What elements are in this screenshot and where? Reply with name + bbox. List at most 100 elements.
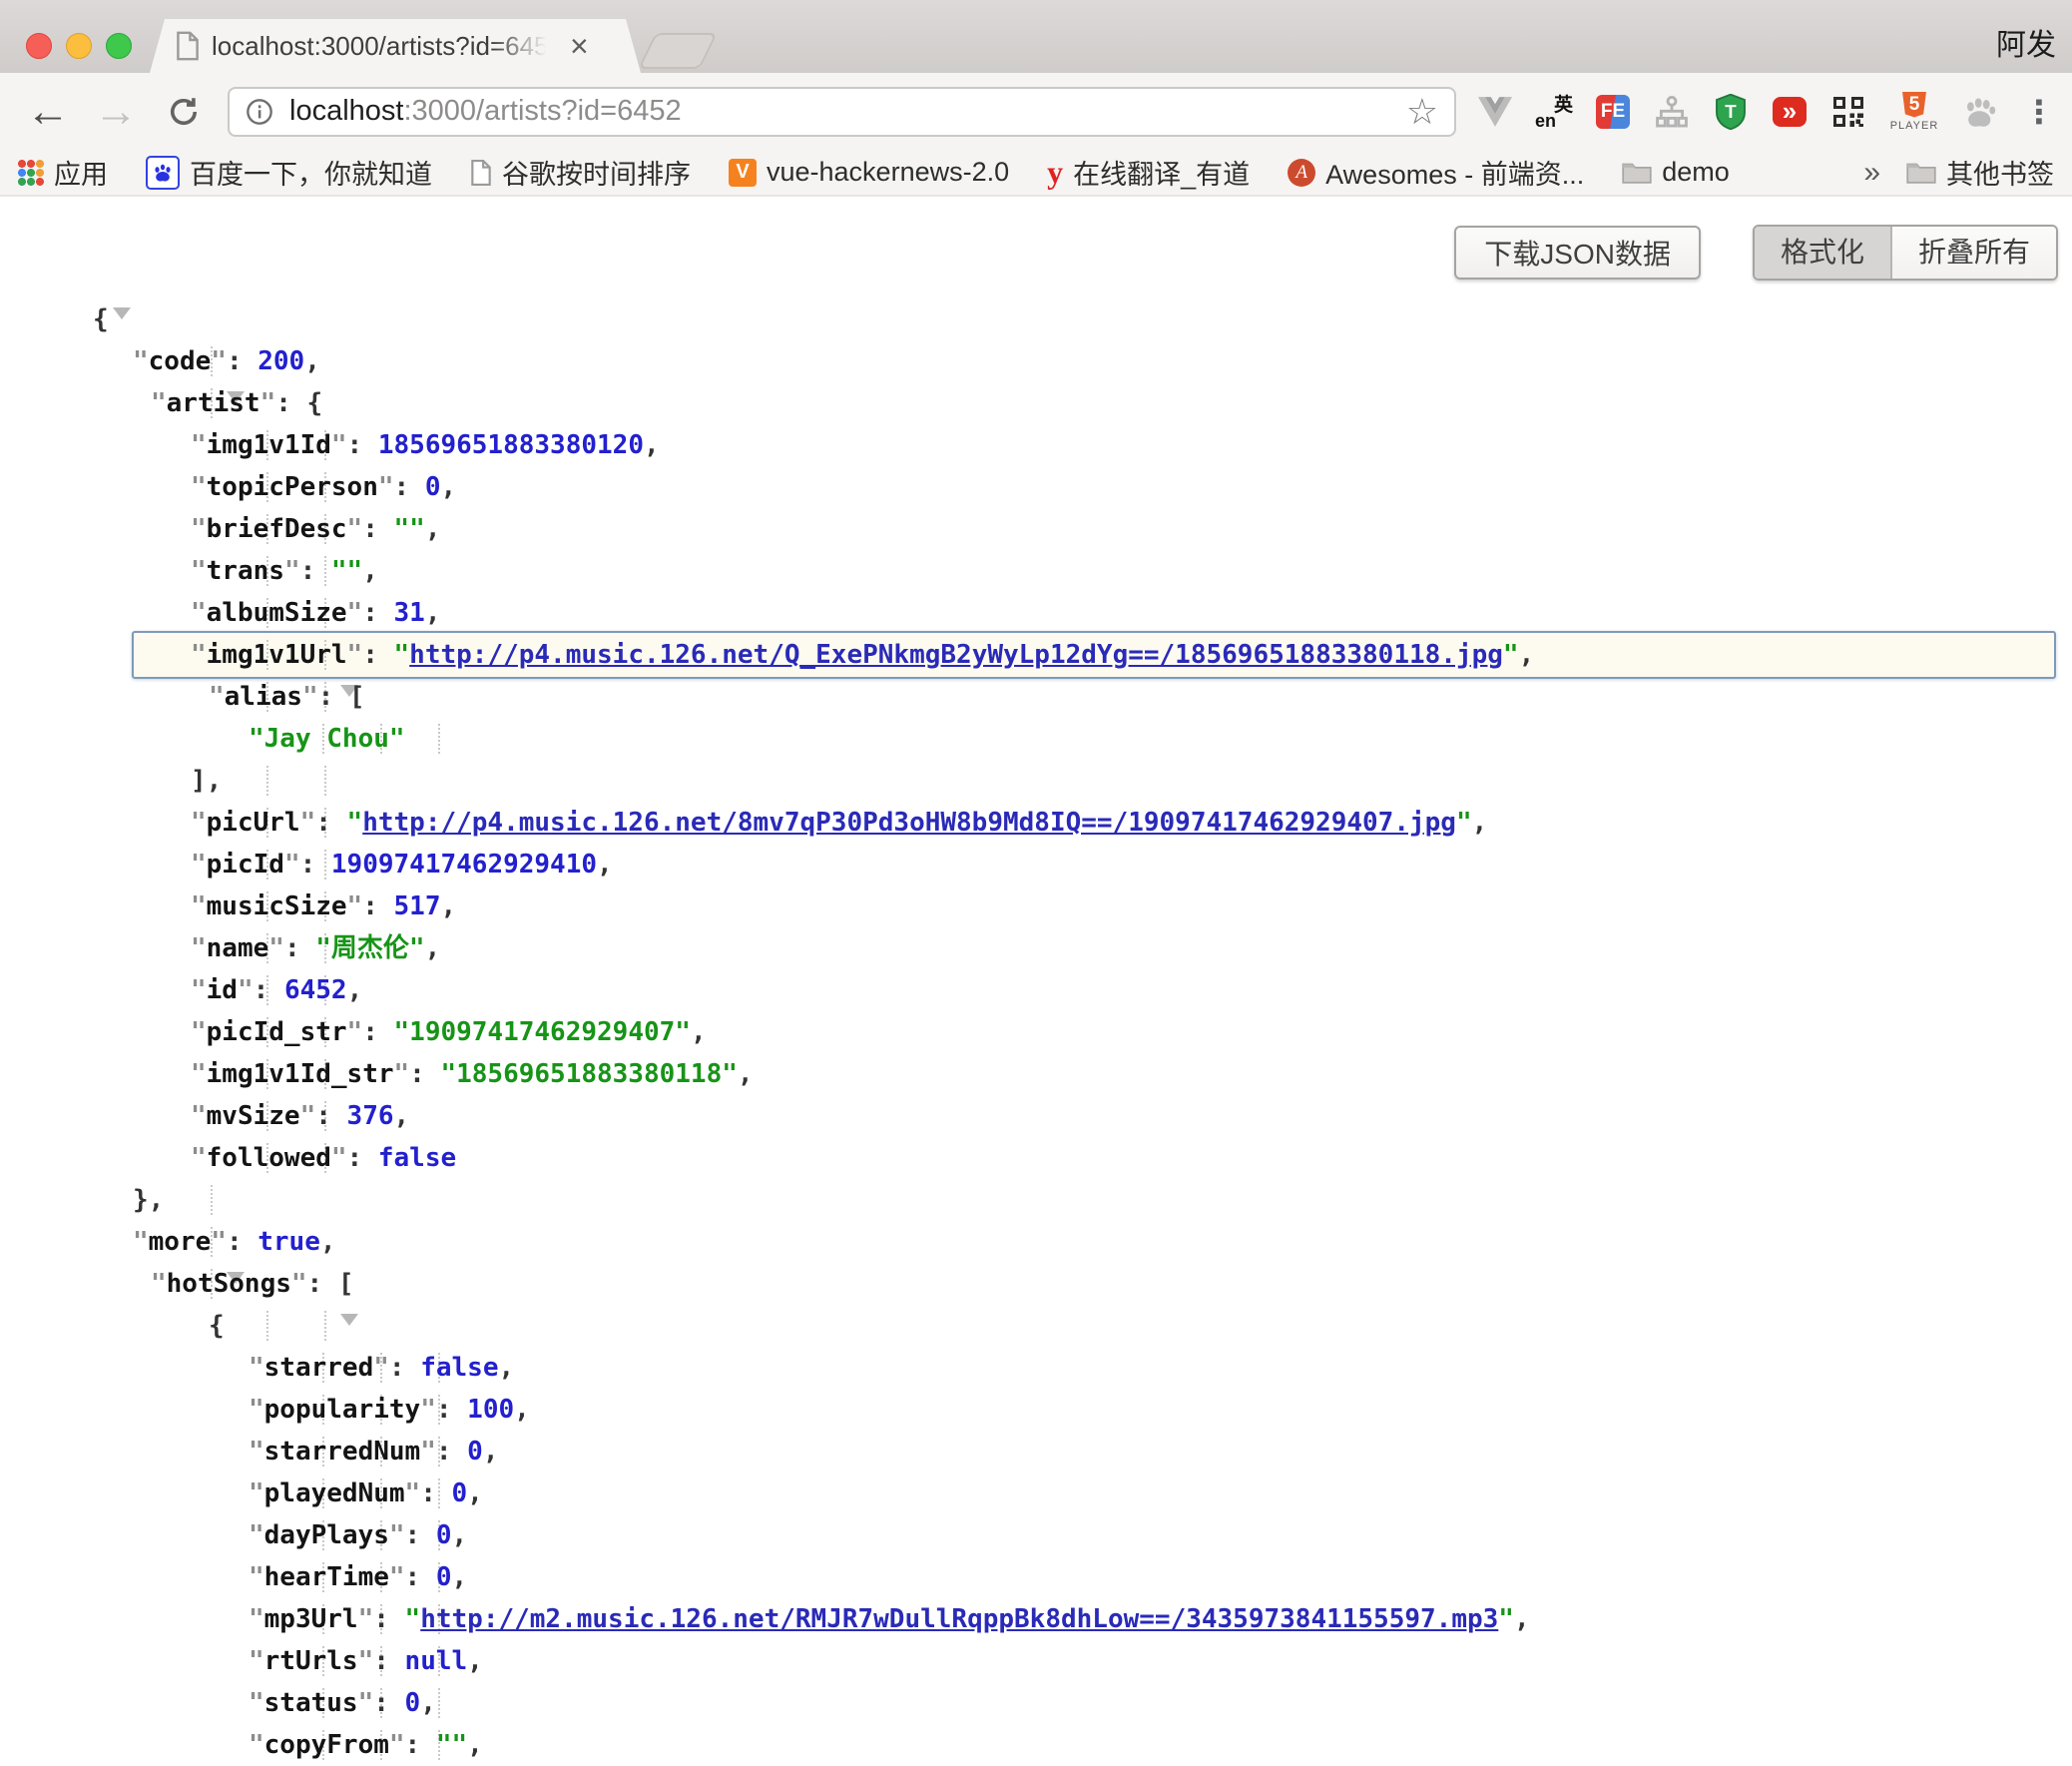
json-token: "" <box>436 1730 467 1760</box>
browser-tab[interactable]: localhost:3000/artists?id=645 × <box>150 19 641 73</box>
bookmarks-overflow-chevron[interactable]: » <box>1863 156 1880 190</box>
bookmarks-right: » 其他书签 <box>1863 153 2054 192</box>
json-link[interactable]: http://p4.music.126.net/Q_ExePNkmgB2yWyL… <box>409 640 1503 670</box>
bookmark-item[interactable]: 应用 <box>18 153 108 192</box>
tab-close-icon[interactable]: × <box>570 31 589 61</box>
json-row: "hotSongs": [ <box>0 1263 2072 1305</box>
json-token: ], <box>191 766 222 796</box>
json-token: [ <box>338 1269 354 1299</box>
json-token: true <box>258 1227 320 1257</box>
json-row: "copyFrom": "", <box>0 1724 2072 1766</box>
json-token: { <box>209 1311 225 1341</box>
json-link[interactable]: http://p4.music.126.net/8mv7qP30Pd3oHW8b… <box>362 808 1456 838</box>
json-token: { <box>93 304 109 334</box>
json-row: ], <box>0 760 2072 802</box>
json-row: "picId_str": "19097417462929407", <box>0 1011 2072 1053</box>
json-token: , <box>1514 1604 1530 1634</box>
folder-icon <box>1622 161 1652 184</box>
json-token: : <box>227 346 258 376</box>
collapse-toggle-icon[interactable] <box>113 307 131 349</box>
url-text[interactable]: localhost:3000/artists?id=6452 <box>289 95 1394 128</box>
json-token: " <box>133 346 149 376</box>
sitemap-extension-icon[interactable] <box>1653 90 1691 134</box>
json-token: 0 <box>467 1437 483 1467</box>
zoom-window-button[interactable] <box>106 33 132 59</box>
other-bookmarks-folder[interactable]: 其他书签 <box>1906 153 2054 192</box>
json-viewer-controls: 下载JSON数据 格式化 折叠所有 <box>1454 225 2058 281</box>
json-token: : <box>227 1227 258 1257</box>
json-token: " <box>249 1478 264 1508</box>
json-token: " <box>358 1688 374 1718</box>
address-bar[interactable]: localhost:3000/artists?id=6452 ☆ <box>228 87 1456 137</box>
minimize-window-button[interactable] <box>66 33 92 59</box>
html5-player-extension-icon[interactable]: 5 PLAYER <box>1888 90 1940 134</box>
json-token: : <box>347 1143 378 1173</box>
json-token: " <box>300 808 316 838</box>
back-button[interactable]: ← <box>26 90 70 134</box>
json-token: "Jay Chou" <box>249 724 405 754</box>
json-token: briefDesc <box>207 514 347 544</box>
json-row: "picUrl": "http://p4.music.126.net/8mv7q… <box>0 802 2072 844</box>
qr-code-extension-icon[interactable] <box>1829 90 1867 134</box>
json-token: 0 <box>436 1520 452 1550</box>
vue-devtools-extension-icon[interactable] <box>1476 90 1514 134</box>
json-token: : <box>420 1478 451 1508</box>
vue-icon: V <box>729 159 757 187</box>
collapse-all-button[interactable]: 折叠所有 <box>1892 227 2056 279</box>
json-row: "popularity": 100, <box>0 1389 2072 1431</box>
bookmark-item[interactable]: AAwesomes - 前端资... <box>1288 153 1584 192</box>
browser-menu-icon[interactable]: ⋮ <box>2020 90 2058 134</box>
json-row: "rtUrls": null, <box>0 1640 2072 1682</box>
bookmark-item[interactable]: 谷歌按时间排序 <box>470 153 691 192</box>
reload-button[interactable] <box>166 94 202 130</box>
page-info-icon[interactable] <box>246 98 273 126</box>
json-token: , <box>394 1101 410 1131</box>
json-token: " <box>191 1059 207 1089</box>
json-token: : <box>315 1101 346 1131</box>
format-button[interactable]: 格式化 <box>1755 227 1892 279</box>
profile-name[interactable]: 阿发 <box>1996 20 2056 64</box>
json-token: " <box>249 1562 264 1592</box>
json-token: : <box>300 556 331 586</box>
json-token: : <box>284 933 315 963</box>
translate-extension-icon[interactable]: 英 en <box>1535 90 1573 134</box>
json-row: "albumSize": 31, <box>0 592 2072 634</box>
bookmark-star-icon[interactable]: ☆ <box>1406 91 1438 133</box>
json-row: "musicSize": 517, <box>0 885 2072 927</box>
json-token: hotSongs <box>167 1269 291 1299</box>
tampermonkey-shield-extension-icon[interactable]: T <box>1712 90 1750 134</box>
bookmark-item[interactable]: demo <box>1622 157 1730 188</box>
json-token: " <box>249 1730 264 1760</box>
json-row: "more": true, <box>0 1221 2072 1263</box>
json-token: "18569651883380118" <box>440 1059 737 1089</box>
bookmark-item[interactable]: Vvue-hackernews-2.0 <box>729 157 1009 188</box>
new-tab-button[interactable] <box>638 33 718 69</box>
json-token: " <box>1456 808 1472 838</box>
download-json-button[interactable]: 下载JSON数据 <box>1454 226 1701 280</box>
json-token: " <box>191 514 207 544</box>
json-token: , <box>304 346 320 376</box>
json-token: picUrl <box>207 808 300 838</box>
paw-extension-icon[interactable] <box>1961 90 1999 134</box>
json-token: " <box>284 850 300 880</box>
json-token: 0 <box>425 472 441 502</box>
bookmark-item[interactable]: y在线翻译_有道 <box>1047 153 1250 192</box>
video-speed-extension-icon[interactable]: » <box>1771 90 1809 134</box>
baidu-paw-icon <box>146 156 180 190</box>
json-token: { <box>307 388 323 418</box>
close-window-button[interactable] <box>26 33 52 59</box>
json-token: " <box>191 891 207 921</box>
json-token: 517 <box>394 891 441 921</box>
json-token: false <box>378 1143 456 1173</box>
bookmark-item[interactable]: 百度一下，你就知道 <box>146 153 432 192</box>
json-row: "trans": "", <box>0 550 2072 592</box>
json-token: " <box>191 598 207 628</box>
json-link[interactable]: http://m2.music.126.net/RMJR7wDullRqppBk… <box>420 1604 1498 1634</box>
json-row: "starredNum": 0, <box>0 1431 2072 1472</box>
json-token: , <box>467 1478 483 1508</box>
fe-extension-icon[interactable]: FE <box>1594 90 1632 134</box>
json-token: " <box>389 1562 405 1592</box>
collapse-toggle-icon[interactable] <box>340 1314 358 1356</box>
json-token: " <box>331 1143 347 1173</box>
json-token: : <box>347 430 378 460</box>
